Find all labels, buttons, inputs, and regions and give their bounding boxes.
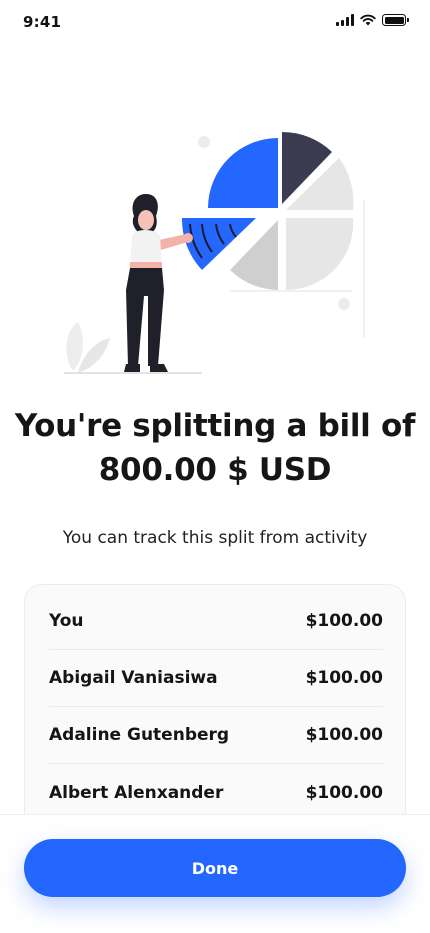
participant-amount: $100.00 (305, 782, 383, 803)
split-list: You $100.00 Abigail Vaniasiwa $100.00 Ad… (24, 584, 406, 844)
person-splitting-pie-chart-illustration (64, 131, 365, 374)
participant-name: Adaline Gutenberg (49, 725, 230, 745)
status-bar: 9:41 (0, 0, 430, 44)
list-item: Adaline Gutenberg $100.00 (49, 707, 383, 764)
participant-name: You (49, 611, 84, 631)
participant-name: Abigail Vaniasiwa (49, 668, 218, 688)
list-item: You $100.00 (49, 593, 383, 650)
participant-amount: $100.00 (305, 668, 383, 688)
wifi-icon (360, 14, 376, 26)
cellular-signal-icon (336, 14, 354, 26)
participant-amount: $100.00 (305, 611, 383, 631)
headline-amount: 800.00 $ USD (98, 452, 332, 488)
subtitle: You can track this split from activity (62, 528, 368, 548)
headline-line-1: You're splitting a bill of (14, 408, 416, 444)
list-item: Albert Alenxander $100.00 (49, 764, 383, 821)
status-icons (336, 14, 409, 26)
page-title: You're splitting a bill of 800.00 $ USD (0, 404, 430, 492)
participant-amount: $100.00 (305, 725, 383, 745)
bottom-action-bar: Done (0, 814, 430, 933)
participant-name: Albert Alenxander (49, 782, 224, 803)
list-item: Abigail Vaniasiwa $100.00 (49, 650, 383, 707)
status-time: 9:41 (23, 13, 62, 31)
done-button[interactable]: Done (24, 839, 406, 897)
battery-icon (382, 14, 409, 26)
